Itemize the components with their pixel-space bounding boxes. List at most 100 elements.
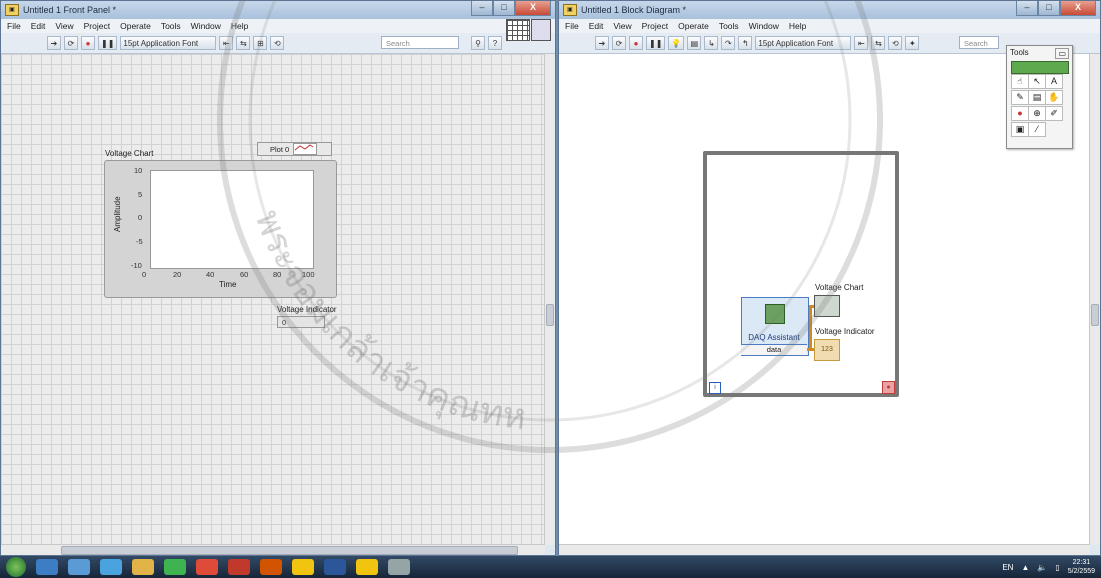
align-icon[interactable]: ⇤ — [219, 36, 234, 50]
show-hidden-icons-icon[interactable]: ▲ — [1021, 563, 1029, 572]
maximize-button[interactable]: □ — [493, 1, 515, 16]
labview-icon[interactable] — [292, 559, 314, 575]
run-continuous-icon[interactable]: ⟳ — [64, 36, 78, 50]
connector-pane-icon[interactable] — [506, 19, 530, 41]
highlight-execution-icon[interactable]: 💡 — [668, 36, 685, 50]
indicator-terminal[interactable]: 123 — [814, 339, 840, 361]
brush-tool-icon[interactable]: ⁄ — [1028, 122, 1046, 137]
pause-icon[interactable]: ❚❚ — [98, 36, 118, 50]
data-wire[interactable] — [809, 305, 814, 308]
word-icon[interactable] — [324, 559, 346, 575]
search-input[interactable]: Search — [381, 36, 459, 49]
position-tool-icon[interactable]: ↖ — [1028, 74, 1046, 89]
automatic-tool-selection[interactable] — [1011, 61, 1069, 74]
chart-plot-area[interactable] — [150, 170, 314, 269]
operate-tool-icon[interactable]: ☝ — [1011, 74, 1029, 89]
volume-icon[interactable]: 🔈 — [1037, 563, 1047, 572]
menu-view[interactable]: View — [613, 21, 631, 31]
block-diagram-hscrollbar[interactable] — [559, 544, 1090, 555]
network-icon[interactable]: ▯ — [1055, 563, 1059, 572]
probe-tool-icon[interactable]: ⊕ — [1028, 106, 1046, 121]
data-wire[interactable] — [809, 305, 812, 350]
help-icon[interactable]: ? — [488, 36, 502, 50]
font-selector[interactable]: 15pt Application Font — [755, 36, 852, 50]
iteration-terminal[interactable]: i — [709, 382, 721, 394]
menu-project[interactable]: Project — [84, 21, 110, 31]
chrome-icon[interactable] — [196, 559, 218, 575]
menu-help[interactable]: Help — [789, 21, 806, 31]
menu-operate[interactable]: Operate — [120, 21, 151, 31]
menu-file[interactable]: File — [565, 21, 579, 31]
coloring-tool-icon[interactable]: ▣ — [1011, 122, 1029, 137]
reorder-icon[interactable]: ⟲ — [270, 36, 285, 50]
abort-icon[interactable]: ● — [81, 36, 95, 50]
menu-window[interactable]: Window — [191, 21, 221, 31]
block-diagram-vscrollbar[interactable] — [1089, 54, 1100, 545]
shortcut-menu-tool-icon[interactable]: ▤ — [1028, 90, 1046, 105]
pause-icon[interactable]: ❚❚ — [646, 36, 666, 50]
hscroll-thumb[interactable] — [61, 546, 518, 555]
front-panel-hscrollbar[interactable] — [1, 544, 545, 555]
explorer-icon[interactable] — [132, 559, 154, 575]
search-input[interactable]: Search — [959, 36, 999, 49]
cleanup-icon[interactable]: ✦ — [905, 36, 920, 50]
line-icon[interactable] — [164, 559, 186, 575]
tools-palette[interactable]: Tools ▭ ☝ ↖ A ✎ ▤ ✋ ● ⊕ ✐ ▣ ⁄ — [1006, 45, 1073, 149]
language-indicator[interactable]: EN — [1002, 563, 1013, 572]
run-arrow-icon[interactable]: ➔ — [47, 36, 61, 50]
breakpoint-tool-icon[interactable]: ● — [1011, 106, 1029, 121]
distribute-icon[interactable]: ⇆ — [236, 36, 251, 50]
stop-condition-terminal[interactable]: ● — [882, 381, 895, 394]
minimize-button[interactable]: – — [471, 1, 493, 16]
labview2-icon[interactable] — [356, 559, 378, 575]
vi-icon[interactable] — [531, 19, 551, 41]
clock[interactable]: 22:31 5/2/2559 — [1068, 558, 1095, 576]
minimize-button[interactable]: – — [1016, 1, 1038, 16]
signal-icon[interactable] — [388, 559, 410, 575]
menu-help[interactable]: Help — [231, 21, 248, 31]
chart-terminal-icon[interactable] — [814, 295, 840, 317]
start-button[interactable] — [6, 557, 26, 577]
close-button[interactable]: X — [1060, 1, 1096, 16]
step-over-icon[interactable]: ↷ — [721, 36, 736, 50]
media-icon[interactable] — [260, 559, 282, 575]
abort-icon[interactable]: ● — [629, 36, 643, 50]
menu-tools[interactable]: Tools — [161, 21, 181, 31]
scroll-tool-icon[interactable]: ✋ — [1045, 90, 1063, 105]
front-panel-canvas[interactable] — [1, 54, 545, 545]
run-arrow-icon[interactable]: ➔ — [595, 36, 609, 50]
palette-pin-icon[interactable]: ▭ — [1055, 48, 1069, 59]
front-panel-vscrollbar[interactable] — [544, 54, 555, 545]
align-icon[interactable]: ⇤ — [854, 36, 869, 50]
distribute-icon[interactable]: ⇆ — [871, 36, 886, 50]
block-diagram-titlebar[interactable]: ▣ Untitled 1 Block Diagram * – □ X — [559, 1, 1100, 19]
wire-tool-icon[interactable]: ✎ — [1011, 90, 1029, 105]
menu-file[interactable]: File — [7, 21, 21, 31]
menu-edit[interactable]: Edit — [31, 21, 46, 31]
step-out-icon[interactable]: ↰ — [738, 36, 753, 50]
run-continuous-icon[interactable]: ⟳ — [612, 36, 626, 50]
menu-project[interactable]: Project — [642, 21, 668, 31]
plot-legend[interactable]: Plot 0 — [257, 142, 332, 156]
close-button[interactable]: X — [515, 1, 551, 16]
maximize-button[interactable]: □ — [1038, 1, 1060, 16]
menu-operate[interactable]: Operate — [678, 21, 709, 31]
step-into-icon[interactable]: ↳ — [704, 36, 719, 50]
voltage-indicator[interactable]: 0 — [277, 316, 325, 328]
menu-edit[interactable]: Edit — [589, 21, 604, 31]
resize-icon[interactable]: ⊞ — [253, 36, 268, 50]
bird-icon[interactable] — [68, 559, 90, 575]
label-tool-icon[interactable]: A — [1045, 74, 1063, 89]
while-loop[interactable] — [703, 151, 899, 397]
plot-swatch-icon[interactable] — [293, 143, 318, 155]
reorder-icon[interactable]: ⟲ — [888, 36, 903, 50]
retain-wire-icon[interactable]: ▤ — [687, 36, 702, 50]
front-panel-titlebar[interactable]: ▣ Untitled 1 Front Panel * – □ X — [1, 1, 555, 19]
menu-view[interactable]: View — [55, 21, 73, 31]
vscroll-thumb[interactable] — [546, 304, 554, 326]
chrome-alt-icon[interactable] — [36, 559, 58, 575]
color-copy-tool-icon[interactable]: ✐ — [1045, 106, 1063, 121]
filezilla-icon[interactable] — [228, 559, 250, 575]
font-selector[interactable]: 15pt Application Font — [120, 36, 217, 50]
skype-icon[interactable] — [100, 559, 122, 575]
